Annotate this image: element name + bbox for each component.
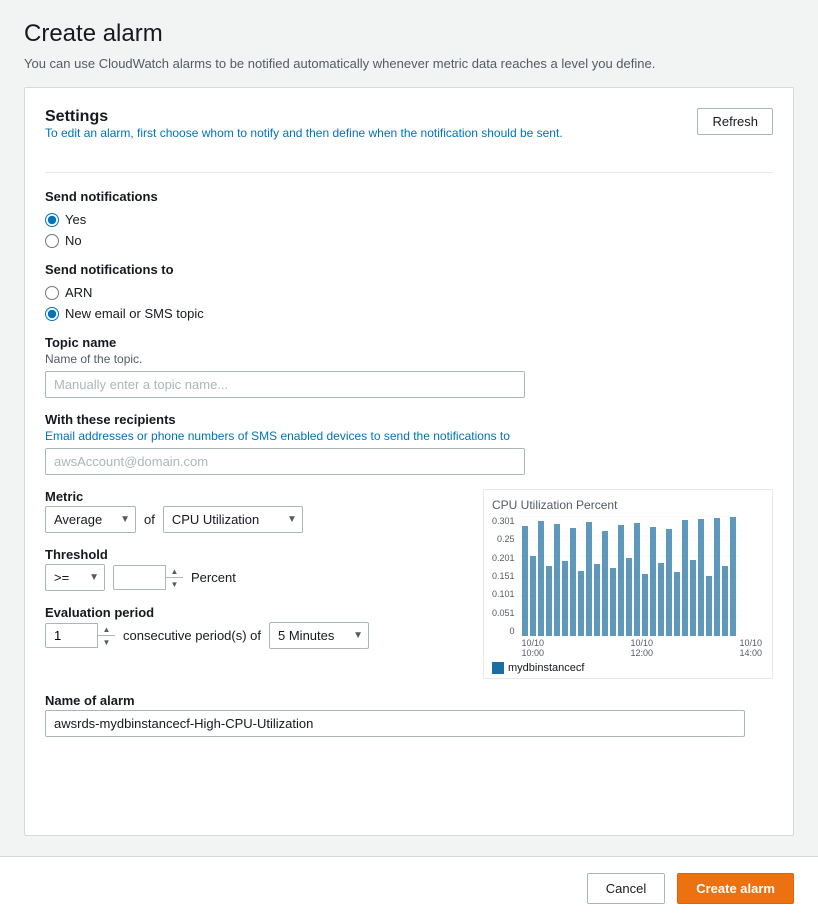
radio-arn-input[interactable] [45,286,59,300]
threshold-row: >= <= > < = ▼ ▲ ▼ [45,564,463,591]
radio-new-email[interactable]: New email or SMS topic [45,306,773,321]
send-notifications-to-section: Send notifications to ARN New email or S… [45,262,773,321]
of-text: of [144,512,155,527]
cancel-button[interactable]: Cancel [587,873,665,904]
send-notifications-label: Send notifications [45,189,773,204]
y-label-6: 0.051 [492,608,515,618]
topic-name-hint: Name of the topic. [45,352,773,366]
topic-name-label: Topic name [45,335,773,350]
x-label-1: 10/10 10:00 [522,638,545,658]
send-to-radio-group: ARN New email or SMS topic [45,285,773,321]
metric-chart: CPU Utilization Percent 0.301 0.25 0.201… [483,489,773,679]
eval-row: ▲ ▼ consecutive period(s) of 5 Minutes 1… [45,622,463,649]
recipients-hint: Email addresses or phone numbers of SMS … [45,429,773,443]
eval-period-spinner-arrows: ▲ ▼ [97,623,115,648]
x-label-2: 10/10 12:00 [631,638,654,658]
evaluation-period-section: Evaluation period ▲ ▼ consecutive period… [45,605,463,649]
send-notifications-to-label: Send notifications to [45,262,773,277]
radio-arn-label: ARN [65,285,92,300]
y-label-5: 0.101 [492,589,515,599]
y-label-1: 0.301 [492,516,515,526]
settings-description: To edit an alarm, first choose whom to n… [45,126,563,140]
radio-no-input[interactable] [45,234,59,248]
divider-1 [45,172,773,173]
refresh-button[interactable]: Refresh [697,108,773,135]
metric-select-wrapper: CPU Utilization ▼ [163,506,303,533]
radio-yes-label: Yes [65,212,86,227]
threshold-section: Threshold >= <= > < = ▼ [45,547,463,591]
page-title: Create alarm [24,20,794,48]
metric-chart-row: Metric Average Sum Minimum Maximum ▼ of [45,489,773,679]
threshold-operator-select[interactable]: >= <= > < = [45,564,105,591]
y-label-2: 0.25 [492,534,515,544]
settings-title: Settings [45,108,563,126]
threshold-value-wrapper: ▲ ▼ [113,565,183,590]
topic-name-section: Topic name Name of the topic. [45,335,773,398]
x-axis-labels: 10/10 10:00 10/10 12:00 10/10 14:00 [520,638,764,658]
aggregate-select[interactable]: Average Sum Minimum Maximum [45,506,136,533]
metric-row: Average Sum Minimum Maximum ▼ of CPU Uti… [45,506,463,533]
aggregate-select-wrapper: Average Sum Minimum Maximum ▼ [45,506,136,533]
radio-yes-input[interactable] [45,213,59,227]
radio-no[interactable]: No [45,233,773,248]
chart-title: CPU Utilization Percent [492,498,764,512]
chart-body: 0.301 0.25 0.201 0.151 0.101 0.051 0 [492,516,764,658]
y-label-3: 0.201 [492,553,515,563]
send-notifications-radio-group: Yes No [45,212,773,248]
threshold-spinner-arrows: ▲ ▼ [165,565,183,590]
y-label-4: 0.151 [492,571,515,581]
threshold-decrement-button[interactable]: ▼ [166,578,183,590]
radio-new-email-label: New email or SMS topic [65,306,204,321]
radio-new-email-input[interactable] [45,307,59,321]
y-axis-labels: 0.301 0.25 0.201 0.151 0.101 0.051 0 [492,516,518,636]
eval-period-value-wrapper: ▲ ▼ [45,623,115,648]
radio-arn[interactable]: ARN [45,285,773,300]
page-subtitle: You can use CloudWatch alarms to be noti… [24,56,794,71]
alarm-name-section: Name of alarm [45,693,773,737]
alarm-name-label: Name of alarm [45,693,773,708]
eval-period-decrement-button[interactable]: ▼ [98,636,115,648]
chart-area: 10/10 10:00 10/10 12:00 10/10 14:00 [520,516,764,658]
topic-name-input[interactable] [45,371,525,398]
recipients-input[interactable] [45,448,525,475]
recipients-label: With these recipients [45,412,773,427]
create-alarm-button[interactable]: Create alarm [677,873,794,904]
metric-label: Metric [45,489,463,504]
chart-legend: mydbinstancecf [492,662,764,674]
threshold-operator-wrapper: >= <= > < = ▼ [45,564,105,591]
y-label-7: 0 [492,626,515,636]
metric-section: Metric Average Sum Minimum Maximum ▼ of [45,489,463,533]
metric-left: Metric Average Sum Minimum Maximum ▼ of [45,489,463,663]
threshold-label: Threshold [45,547,463,562]
evaluation-period-label: Evaluation period [45,605,463,620]
period-select-wrapper: 5 Minutes 1 Minute 15 Minutes 1 Hour ▼ [269,622,369,649]
send-notifications-section: Send notifications Yes No [45,189,773,248]
legend-color-box [492,662,504,674]
threshold-unit: Percent [191,570,236,585]
recipients-section: With these recipients Email addresses or… [45,412,773,475]
alarm-name-input[interactable] [45,710,745,737]
threshold-increment-button[interactable]: ▲ [166,565,183,578]
cpu-chart-container: CPU Utilization Percent 0.301 0.25 0.201… [483,489,773,679]
eval-period-increment-button[interactable]: ▲ [98,623,115,636]
x-label-3: 10/10 14:00 [739,638,762,658]
settings-panel: Settings To edit an alarm, first choose … [24,87,794,836]
legend-label: mydbinstancecf [508,662,584,674]
period-select[interactable]: 5 Minutes 1 Minute 15 Minutes 1 Hour [269,622,369,649]
radio-no-label: No [65,233,82,248]
footer: Cancel Create alarm [0,856,818,920]
chart-svg [520,516,740,636]
consecutive-text: consecutive period(s) of [123,628,261,643]
metric-select[interactable]: CPU Utilization [163,506,303,533]
radio-yes[interactable]: Yes [45,212,773,227]
